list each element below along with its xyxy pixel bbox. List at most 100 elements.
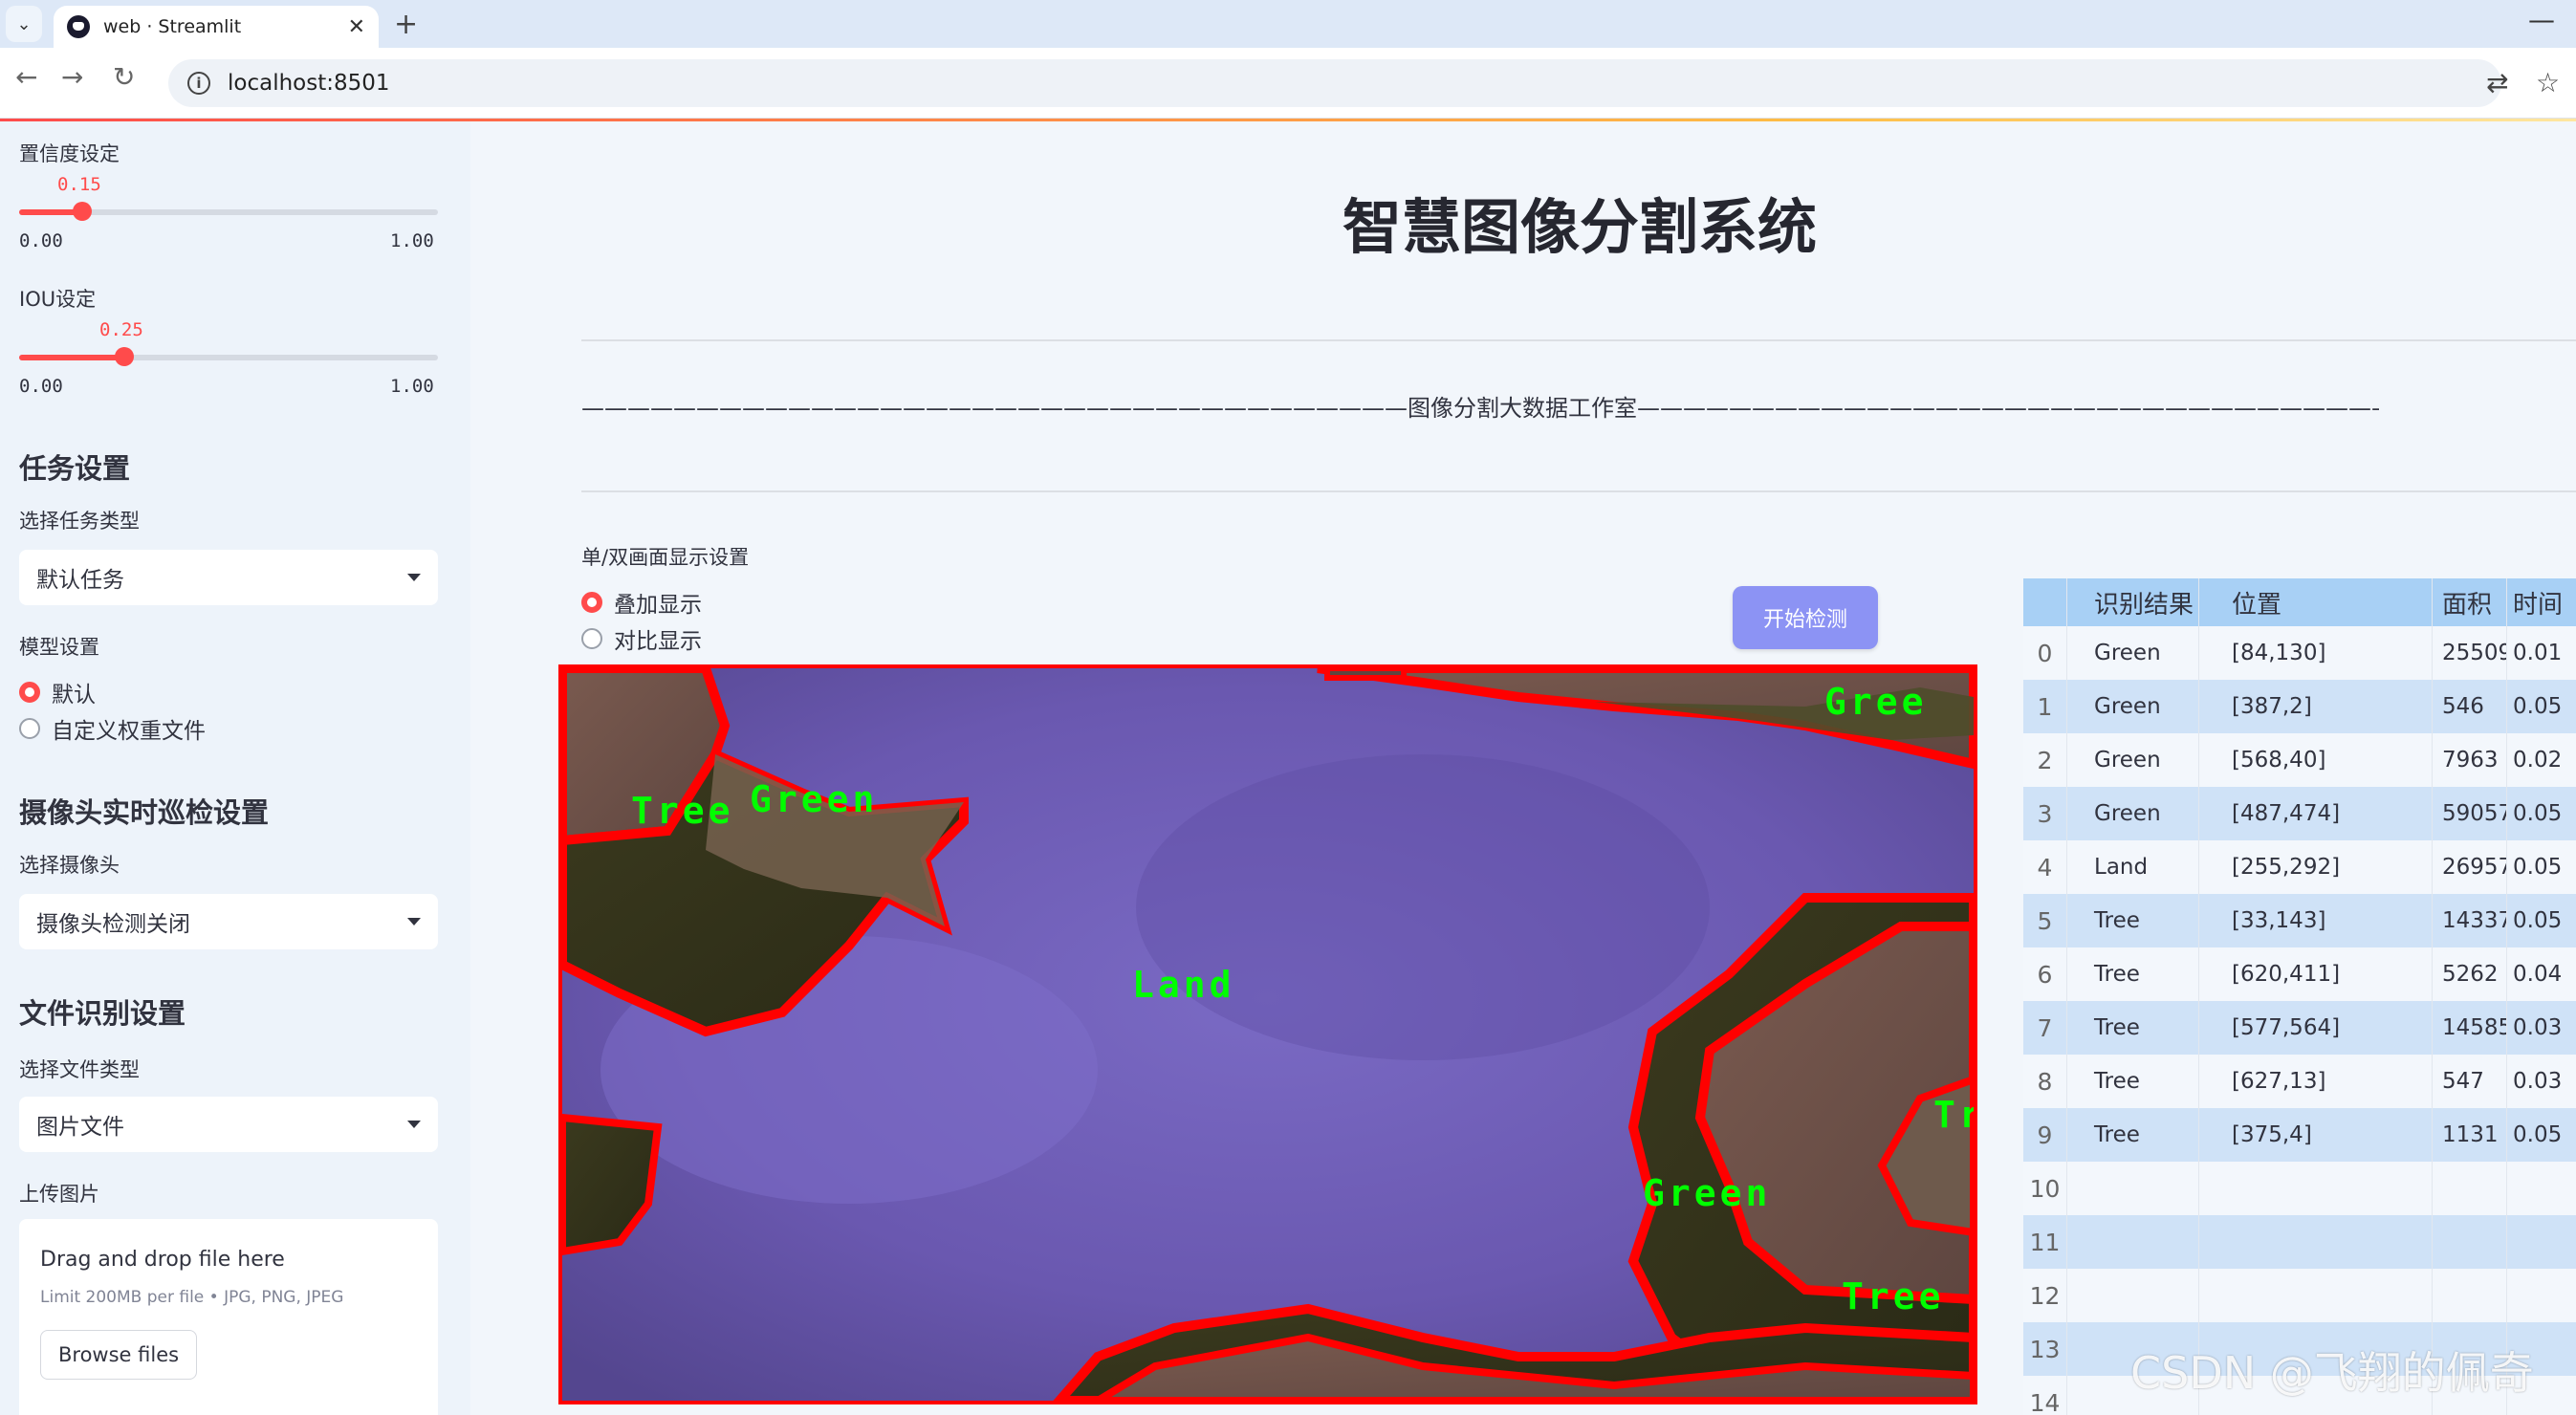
row-area: 5262 [2433, 947, 2507, 1001]
row-position: [577,564] [2199, 1001, 2433, 1055]
row-class: Green [2067, 733, 2199, 787]
translate-icon[interactable]: ⇄ [2486, 67, 2508, 98]
browse-files-button[interactable]: Browse files [40, 1330, 198, 1380]
row-area: 1131 [2433, 1108, 2507, 1162]
row-area [2433, 1269, 2507, 1322]
task-type-select[interactable]: 默认任务 [19, 550, 438, 605]
iou-slider[interactable] [19, 347, 438, 366]
camera-select[interactable]: 摄像头检测关闭 [19, 894, 438, 949]
minimize-window-icon[interactable]: — [2528, 4, 2555, 35]
studio-divider: ————————————————————————————————————图像分割… [581, 395, 2379, 422]
row-time: 0.04 [2513, 962, 2563, 987]
camera-select-label: 选择摄像头 [19, 854, 120, 877]
display-option-label: 对比显示 [614, 629, 702, 654]
radio-selected-icon[interactable] [581, 592, 602, 613]
row-time: 0.05 [2513, 1122, 2563, 1147]
table-row[interactable]: 12 [2023, 1269, 2576, 1322]
upload-label: 上传图片 [19, 1183, 99, 1206]
file-type-select[interactable]: 图片文件 [19, 1097, 438, 1152]
row-area [2433, 1162, 2507, 1215]
table-row[interactable]: 9 Tree [375,4] 1131 0.05 [2023, 1108, 2576, 1162]
tab-title: web · Streamlit [103, 16, 242, 37]
row-area: 269577 [2433, 840, 2507, 894]
new-tab-icon[interactable]: + [394, 8, 418, 41]
site-info-icon[interactable]: i [187, 72, 210, 95]
reload-icon[interactable]: ↻ [113, 61, 135, 93]
iou-value: 0.25 [99, 319, 143, 340]
divider-bottom [581, 490, 2576, 492]
model-settings-label: 模型设置 [19, 636, 99, 659]
table-row[interactable]: 5 Tree [33,143] 14337 0.05 [2023, 894, 2576, 947]
row-time: 0.05 [2513, 801, 2563, 826]
dropzone-limit: Limit 200MB per file • JPG, PNG, JPEG [40, 1288, 344, 1307]
table-row[interactable]: 3 Green [487,474] 59057 0.05 [2023, 787, 2576, 840]
table-row[interactable]: 0 Green [84,130] 25509 0.01 [2023, 626, 2576, 680]
file-dropzone[interactable]: Drag and drop file here Limit 200MB per … [19, 1219, 438, 1415]
results-table[interactable]: 识别结果 位置 面积 时间 0 Green [84,130] 25509 0.01 1 Gr… [2023, 578, 2576, 1415]
table-row[interactable]: 10 [2023, 1162, 2576, 1215]
caret-down-icon [407, 918, 421, 925]
table-row[interactable]: 6 Tree [620,411] 5262 0.04 [2023, 947, 2576, 1001]
row-class: Green [2067, 626, 2199, 680]
streamlit-favicon-icon [67, 15, 90, 38]
radio-selected-icon[interactable] [19, 682, 40, 703]
header-position[interactable]: 位置 [2199, 578, 2433, 626]
row-index: 7 [2023, 1001, 2067, 1055]
model-option-default[interactable]: 默认 [19, 676, 96, 708]
slider-thumb[interactable] [72, 202, 92, 221]
row-area: 7963 [2433, 733, 2507, 787]
sidebar: 置信度设定 0.15 0.00 1.00 IOU设定 0.25 0.00 1.0… [0, 121, 470, 1415]
tree-mask [1324, 668, 1407, 681]
land-texture [1136, 754, 1710, 1060]
table-row[interactable]: 2 Green [568,40] 7963 0.02 [2023, 733, 2576, 787]
tab-search-chevron-icon[interactable]: ⌄ [6, 6, 42, 42]
row-position: [375,4] [2199, 1108, 2433, 1162]
row-class: Land [2067, 840, 2199, 894]
header-area[interactable]: 面积 [2433, 578, 2507, 626]
label-green: Green [750, 778, 878, 820]
row-area [2433, 1215, 2507, 1269]
browser-tab[interactable]: web · Streamlit ✕ [54, 6, 379, 48]
file-settings-heading: 文件识别设置 [19, 997, 186, 1030]
table-row[interactable]: 8 Tree [627,13] 547 0.03 [2023, 1055, 2576, 1108]
radio-unselected-icon[interactable] [581, 628, 602, 649]
row-index: 0 [2023, 626, 2067, 680]
row-position: [568,40] [2199, 733, 2433, 787]
display-option-compare[interactable]: 对比显示 [581, 622, 702, 655]
row-index: 13 [2023, 1322, 2067, 1376]
forward-arrow-icon[interactable]: → [61, 61, 83, 93]
row-time [2507, 1269, 2576, 1322]
page-title: 智慧图像分割系统 [1342, 192, 1817, 262]
row-class: Tree [2067, 947, 2199, 1001]
row-index: 10 [2023, 1162, 2067, 1215]
row-index: 3 [2023, 787, 2067, 840]
table-row[interactable]: 4Land[255,292]2695770.05 [2023, 840, 2576, 894]
radio-unselected-icon[interactable] [19, 718, 40, 739]
table-row[interactable]: 11 [2023, 1215, 2576, 1269]
slider-thumb[interactable] [114, 347, 134, 366]
confidence-slider[interactable] [19, 202, 438, 221]
task-type-label: 选择任务类型 [19, 510, 140, 533]
row-area: 14585 [2433, 1001, 2507, 1055]
caret-down-icon [407, 574, 421, 581]
display-option-overlay[interactable]: 叠加显示 [581, 586, 702, 619]
header-class[interactable]: 识别结果 [2067, 578, 2199, 626]
bookmark-star-icon[interactable]: ☆ [2536, 67, 2560, 98]
camera-select-value: 摄像头检测关闭 [36, 912, 190, 937]
row-position: [33,143] [2199, 894, 2433, 947]
row-class: Green [2067, 680, 2199, 733]
model-option-custom[interactable]: 自定义权重文件 [19, 712, 206, 745]
display-option-label: 叠加显示 [614, 593, 702, 618]
row-class [2067, 1215, 2199, 1269]
row-time: 0.03 [2513, 1069, 2563, 1094]
close-tab-icon[interactable]: ✕ [348, 15, 365, 39]
url-field[interactable]: i localhost:8501 [168, 59, 2501, 107]
header-time[interactable]: 时间 [2507, 578, 2576, 626]
table-row[interactable]: 1 Green [387,2] 546 0.05 [2023, 680, 2576, 733]
row-area: 25509 [2433, 626, 2507, 680]
back-arrow-icon[interactable]: ← [15, 61, 37, 93]
row-area: 14337 [2433, 894, 2507, 947]
row-class: Tree [2067, 1108, 2199, 1162]
start-detection-button[interactable]: 开始检测 [1733, 586, 1878, 649]
table-row[interactable]: 7 Tree [577,564] 14585 0.03 [2023, 1001, 2576, 1055]
